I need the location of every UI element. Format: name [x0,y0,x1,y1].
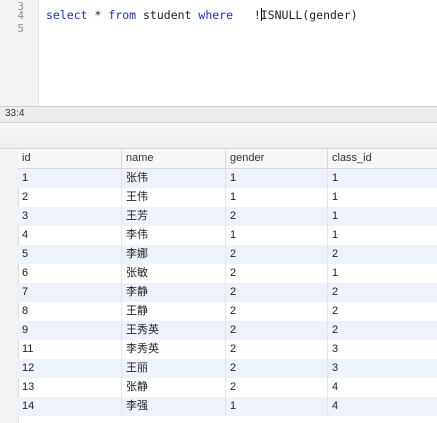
table-row[interactable]: 9 王秀英 2 2 [18,321,437,340]
cell-id[interactable]: 4 [18,226,122,245]
keyword-from: from [108,8,137,22]
cell-gender[interactable]: 1 [226,188,328,207]
cell-gender[interactable]: 2 [226,207,328,226]
cell-class-id[interactable]: 2 [328,283,437,302]
function-isnull: ISNULL [260,8,303,22]
line-number: 5 [17,22,24,35]
table-row[interactable]: 7 李静 2 2 [18,283,437,302]
cell-id[interactable]: 5 [18,245,122,264]
cell-gender[interactable]: 2 [226,340,328,359]
keyword-select: select [46,8,88,22]
row-header-column [0,149,19,423]
sql-editor[interactable]: 3 4 5 select * from student where !ISNUL… [0,0,437,106]
cell-class-id[interactable]: 2 [328,321,437,340]
table-row[interactable]: 8 王静 2 2 [18,302,437,321]
cell-name[interactable]: 李伟 [122,226,226,245]
cell-class-id[interactable]: 1 [328,207,437,226]
pane-splitter[interactable] [0,122,437,149]
cell-gender[interactable]: 2 [226,359,328,378]
column-header-gender[interactable]: gender [226,149,328,168]
keyword-where: where [198,8,234,22]
cell-class-id[interactable]: 1 [328,264,437,283]
table-row[interactable]: 3 王芳 2 1 [18,207,437,226]
table-row[interactable]: 14 李强 1 4 [18,397,437,416]
table-row[interactable]: 2 王伟 1 1 [18,188,437,207]
cell-id[interactable]: 1 [18,169,122,188]
cell-name[interactable]: 王芳 [122,207,226,226]
cell-class-id[interactable]: 1 [328,169,437,188]
cell-name[interactable]: 王伟 [122,188,226,207]
cell-gender[interactable]: 2 [226,264,328,283]
table-name: student [143,8,192,22]
cursor-position: 33:4 [5,108,25,119]
table-row[interactable]: 11 李秀英 2 3 [18,340,437,359]
cell-id[interactable]: 8 [18,302,122,321]
cell-class-id[interactable]: 2 [328,245,437,264]
table-row[interactable]: 1 张伟 1 1 [18,169,437,188]
table-row[interactable]: 6 张敏 2 1 [18,264,437,283]
cell-id[interactable]: 12 [18,359,122,378]
cell-gender[interactable]: 1 [226,226,328,245]
editor-status-bar: 33:4 [0,106,437,122]
cell-id[interactable]: 13 [18,378,122,397]
cell-id[interactable]: 9 [18,321,122,340]
line-number: 4 [17,9,24,22]
cell-id[interactable]: 2 [18,188,122,207]
select-star: * [94,8,102,22]
not-operator: ! [253,8,261,22]
cell-name[interactable]: 李强 [122,397,226,416]
cell-gender[interactable]: 2 [226,302,328,321]
line-number-gutter: 3 4 5 [0,0,39,106]
cell-id[interactable]: 14 [18,397,122,416]
cell-gender[interactable]: 2 [226,378,328,397]
cell-class-id[interactable]: 2 [328,302,437,321]
cell-name[interactable]: 张伟 [122,169,226,188]
cell-name[interactable]: 张静 [122,378,226,397]
cell-id[interactable]: 6 [18,264,122,283]
cell-class-id[interactable]: 1 [328,226,437,245]
cell-name[interactable]: 李娜 [122,245,226,264]
cell-id[interactable]: 3 [18,207,122,226]
cell-id[interactable]: 11 [18,340,122,359]
cell-name[interactable]: 张敏 [122,264,226,283]
cell-class-id[interactable]: 3 [328,340,437,359]
table-row[interactable]: 4 李伟 1 1 [18,226,437,245]
cell-name[interactable]: 李静 [122,283,226,302]
watermark [336,364,416,386]
column-header-name[interactable]: name [122,149,226,168]
cell-id[interactable]: 7 [18,283,122,302]
cell-name[interactable]: 王秀英 [122,321,226,340]
cell-class-id[interactable]: 1 [328,188,437,207]
cell-gender[interactable]: 2 [226,245,328,264]
cell-name[interactable]: 王静 [122,302,226,321]
cell-class-id[interactable]: 4 [328,397,437,416]
cell-gender[interactable]: 1 [226,169,328,188]
cell-name[interactable]: 李秀英 [122,340,226,359]
cell-name[interactable]: 王丽 [122,359,226,378]
sql-code-line[interactable]: select * from student where !ISNULL(gend… [46,8,358,22]
cell-gender[interactable]: 2 [226,283,328,302]
cell-gender[interactable]: 1 [226,397,328,416]
cell-gender[interactable]: 2 [226,321,328,340]
column-header-class-id[interactable]: class_id [328,149,437,168]
column-header-id[interactable]: id [18,149,122,168]
results-header: id name gender class_id [18,149,437,169]
table-row[interactable]: 5 李娜 2 2 [18,245,437,264]
function-args: (gender) [302,8,358,22]
